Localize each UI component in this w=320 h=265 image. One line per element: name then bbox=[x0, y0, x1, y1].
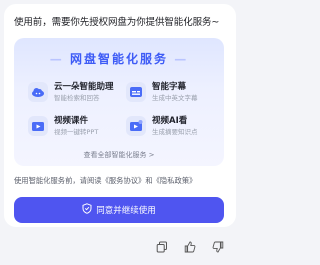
copy-icon[interactable] bbox=[156, 238, 170, 253]
smart-subtitle-icon bbox=[126, 82, 146, 102]
cloud-assistant-icon bbox=[28, 82, 48, 102]
privacy-policy-link[interactable]: 《隐私政策》 bbox=[153, 176, 197, 185]
feature-subtitle: 智能检索和回答 bbox=[54, 94, 100, 102]
video-courseware-icon bbox=[28, 116, 48, 136]
thumbs-down-icon[interactable] bbox=[212, 238, 226, 253]
chat-page: 使用前，需要你先授权网盘为你提供智能化服务~ — 网盘智能化服务 — 云一朵智能… bbox=[0, 0, 240, 265]
view-all-services-link[interactable]: 查看全部智能化服务 > bbox=[14, 150, 224, 160]
card-title: — 网盘智能化服务 — bbox=[14, 50, 224, 67]
feature-video-ai: 视频AI看 生成摘要知识点 bbox=[126, 114, 222, 144]
feature-smart-subtitle: 智能字幕 生成中英文字幕 bbox=[126, 80, 222, 110]
intro-text: 使用前，需要你先授权网盘为你提供智能化服务~ bbox=[14, 17, 220, 28]
feature-subtitle: 视频一键转PPT bbox=[54, 128, 99, 136]
consent-text: 使用智能化服务前，请阅读《服务协议》和《隐私政策》 bbox=[14, 176, 232, 186]
feature-title: 智能字幕 bbox=[152, 82, 187, 92]
shield-icon bbox=[82, 203, 92, 217]
authorization-message: 使用前，需要你先授权网盘为你提供智能化服务~ — 网盘智能化服务 — 云一朵智能… bbox=[4, 4, 236, 227]
video-ai-icon bbox=[126, 116, 146, 136]
smart-services-card: — 网盘智能化服务 — 云一朵智能助理 智能检索和回答 智能字幕 生成中英文字幕… bbox=[14, 38, 224, 166]
feature-title: 视频课件 bbox=[54, 116, 89, 126]
feature-title: 云一朵智能助理 bbox=[54, 82, 114, 92]
consent-and: 和 bbox=[145, 176, 153, 185]
title-decoration-left: — bbox=[49, 52, 64, 66]
agree-and-continue-button[interactable]: 同意并继续使用 bbox=[14, 197, 224, 223]
agree-button-label: 同意并继续使用 bbox=[96, 206, 156, 216]
feature-title: 视频AI看 bbox=[152, 116, 188, 126]
feature-subtitle: 生成中英文字幕 bbox=[152, 94, 198, 102]
message-actions bbox=[150, 238, 230, 253]
feature-cloud-assistant: 云一朵智能助理 智能检索和回答 bbox=[28, 80, 124, 110]
card-title-text: 网盘智能化服务 bbox=[69, 52, 168, 66]
title-decoration-right: — bbox=[174, 52, 189, 66]
service-agreement-link[interactable]: 《服务协议》 bbox=[102, 176, 146, 185]
consent-prefix: 使用智能化服务前，请阅读 bbox=[14, 176, 102, 185]
feature-video-courseware: 视频课件 视频一键转PPT bbox=[28, 114, 124, 144]
feature-subtitle: 生成摘要知识点 bbox=[152, 128, 198, 136]
thumbs-up-icon[interactable] bbox=[184, 238, 198, 253]
